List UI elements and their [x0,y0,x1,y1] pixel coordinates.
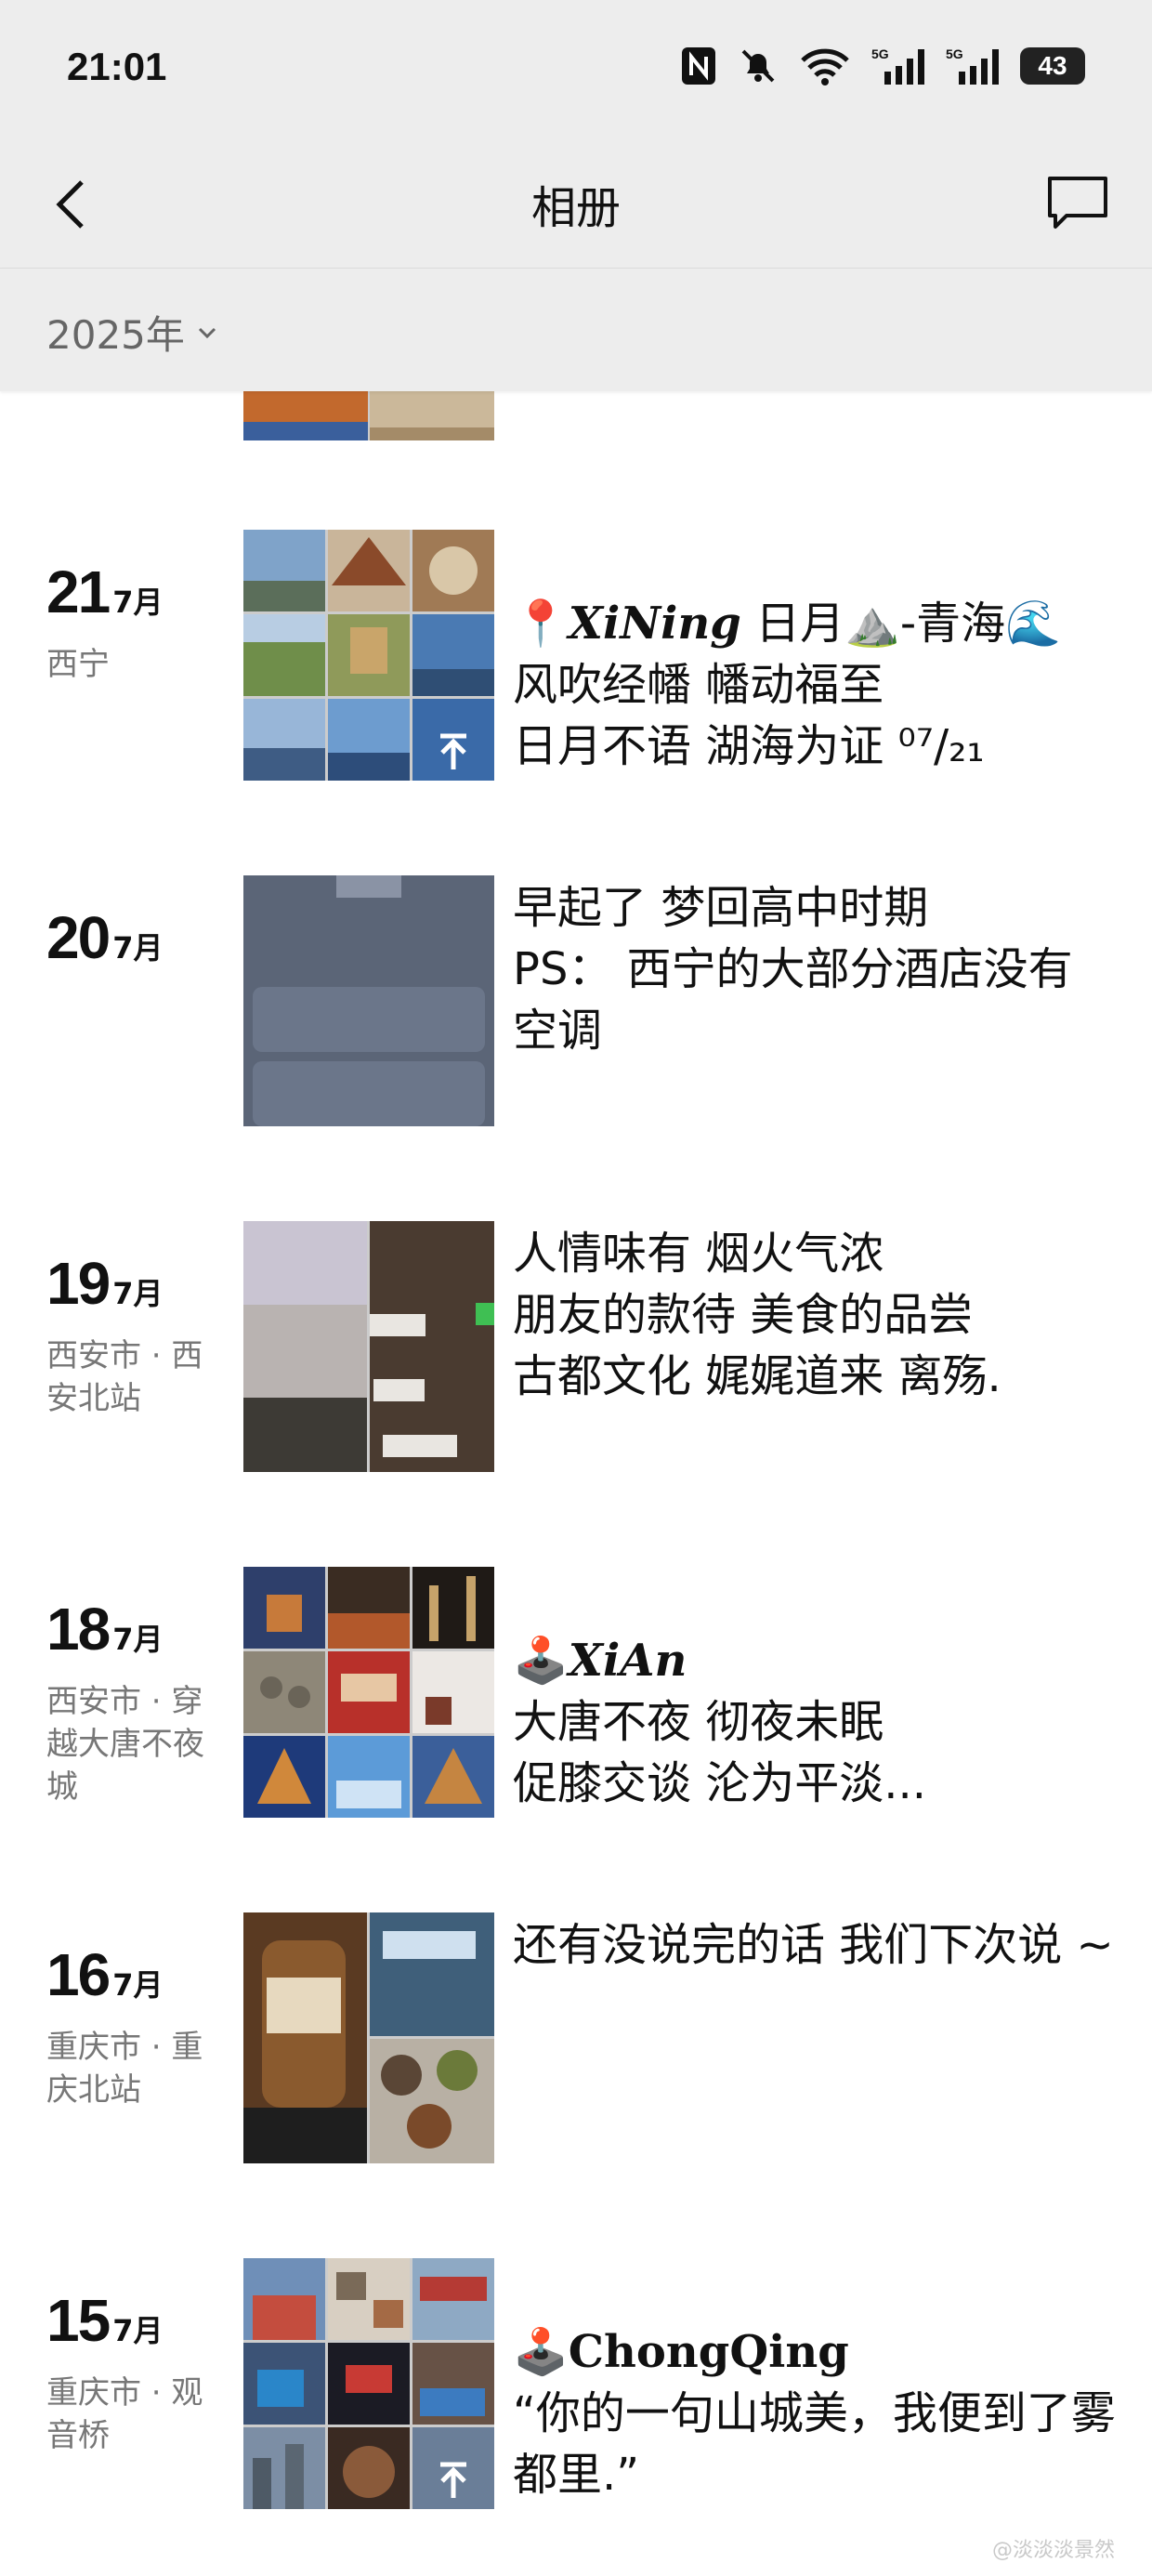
page-title: 相册 [530,182,621,234]
message-bubble-icon [1048,177,1107,229]
photo-grid[interactable] [243,530,494,781]
album-entry-partial[interactable] [0,390,1152,440]
chevron-down-icon [198,327,216,338]
album-entry[interactable]: 20 7月 早起了 梦回高中时期 PS： 西宁的大部分酒店没有空调 [0,875,1152,1154]
entry-day: 15 [46,2287,111,2354]
entry-day: 18 [46,1596,111,1663]
signal-5g-icon: 5G [871,46,924,85]
entry-location: 西安市 · 穿越大唐不夜城 [46,1683,204,1806]
watermark: @淡淡淡景然 [991,2539,1115,2562]
joystick-icon: 🕹️ [513,2326,569,2378]
entry-date: 18 7月 [46,1595,163,1663]
entry-date: 21 7月 [46,558,163,626]
entry-caption: 人情味有 烟火气浓 朋友的款待 美食的品尝 古都文化 娓娓道来 离殇. [513,1228,1001,1402]
caption-text: 风吹经幡 幡动福至 日月不语 湖海为证 ⁰⁷/₂₁ [513,659,985,772]
entry-month: 7月 [112,1967,164,2003]
caption-headline: 日月⛰️-青海🌊 [740,598,1061,650]
album-entry[interactable]: 19 7月 西安市 · 西安北站 人情味有 烟火气浓 朋友的款待 美食的品尝 古… [0,1221,1152,1500]
entry-date: 19 7月 [46,1249,163,1318]
svg-text:5G: 5G [871,46,889,61]
entry-date: 15 7月 [46,2286,163,2355]
wifi-icon [801,48,849,85]
entry-date: 16 7月 [46,1940,163,2009]
joystick-icon: 🕹️ [513,1635,569,1687]
photo-grid[interactable] [243,2258,494,2509]
entry-day: 16 [46,1941,111,2008]
caption-text: “你的一句山城美，我便到了雾都里.” [513,2387,1116,2501]
album-entry[interactable]: 18 7月 西安市 · 穿越大唐不夜城 🕹️XiAn 大唐不夜 彻夜未眠 促膝交… [0,1567,1152,1846]
entry-day: 19 [46,1250,111,1317]
photo-grid[interactable] [243,1912,494,2163]
entry-month: 7月 [112,585,164,620]
entry-caption: 🕹️XiAn 大唐不夜 彻夜未眠 促膝交谈 沦为平淡... [513,1569,1117,1875]
caption-location-tag: ChongQing [568,2326,849,2378]
entry-day: 21 [46,559,111,625]
album-entry[interactable]: 21 7月 西宁 📍XiNing 日月⛰️-青海🌊 风吹经幡 幡动福至 日月不语… [0,530,1152,808]
entry-location: 西安市 · 西安北站 [46,1337,203,1417]
album-entry[interactable]: 16 7月 重庆市 · 重庆北站 还有没说完的话 我们下次说 ~ [0,1912,1152,2191]
signal-5g-icon-2: 5G [946,46,999,85]
entry-caption: 早起了 梦回高中时期 PS： 西宁的大部分酒店没有空调 [513,882,1073,1057]
caption-text: 大唐不夜 彻夜未眠 促膝交谈 沦为平淡... [513,1696,927,1809]
entry-month: 7月 [112,930,164,966]
status-icons: 5G 5G 43 [680,43,1085,89]
caption-location-tag: XiNing [568,598,741,650]
photo-grid[interactable] [243,1221,494,1472]
entry-location: 重庆市 · 重庆北站 [46,2029,203,2109]
bell-muted-icon [741,49,775,83]
status-bar: 21:01 5G 5G 43 [0,0,1152,138]
entry-caption: 🕹️ChongQing “你的一句山城美，我便到了雾都里.” [513,2260,1117,2567]
album-entry[interactable]: 15 7月 重庆市 · 观音桥 🕹️ChongQing “你的一句山城美，我便到… [0,2258,1152,2537]
entry-caption: 还有没说完的话 我们下次说 ~ [513,1919,1114,1971]
entry-month: 7月 [112,2313,164,2348]
battery-indicator: 43 [1020,47,1085,85]
entry-date: 20 7月 [46,903,163,972]
svg-text:5G: 5G [946,46,963,61]
entry-location: 西宁 [46,646,110,683]
entry-month: 7月 [112,1276,164,1311]
photo-grid[interactable] [243,390,494,440]
photo-grid[interactable] [243,1567,494,1818]
caption-location-tag: XiAn [568,1635,687,1687]
year-label: 2025年 [46,312,185,358]
entry-month: 7月 [112,1622,164,1657]
status-time: 21:01 [67,45,167,88]
entry-location: 重庆市 · 观音桥 [46,2374,203,2454]
pin-icon: 📍 [513,598,569,650]
entry-caption: 📍XiNing 日月⛰️-青海🌊 风吹经幡 幡动福至 日月不语 湖海为证 ⁰⁷/… [513,532,1117,838]
entry-day: 20 [46,904,111,971]
nav-bar: 相册 [0,138,1152,268]
messages-button[interactable] [1041,165,1115,240]
year-filter-bar: 2025年 [0,268,1152,391]
nfc-icon [682,47,715,85]
photo-grid[interactable] [243,875,494,1126]
year-dropdown[interactable]: 2025年 [46,304,220,361]
